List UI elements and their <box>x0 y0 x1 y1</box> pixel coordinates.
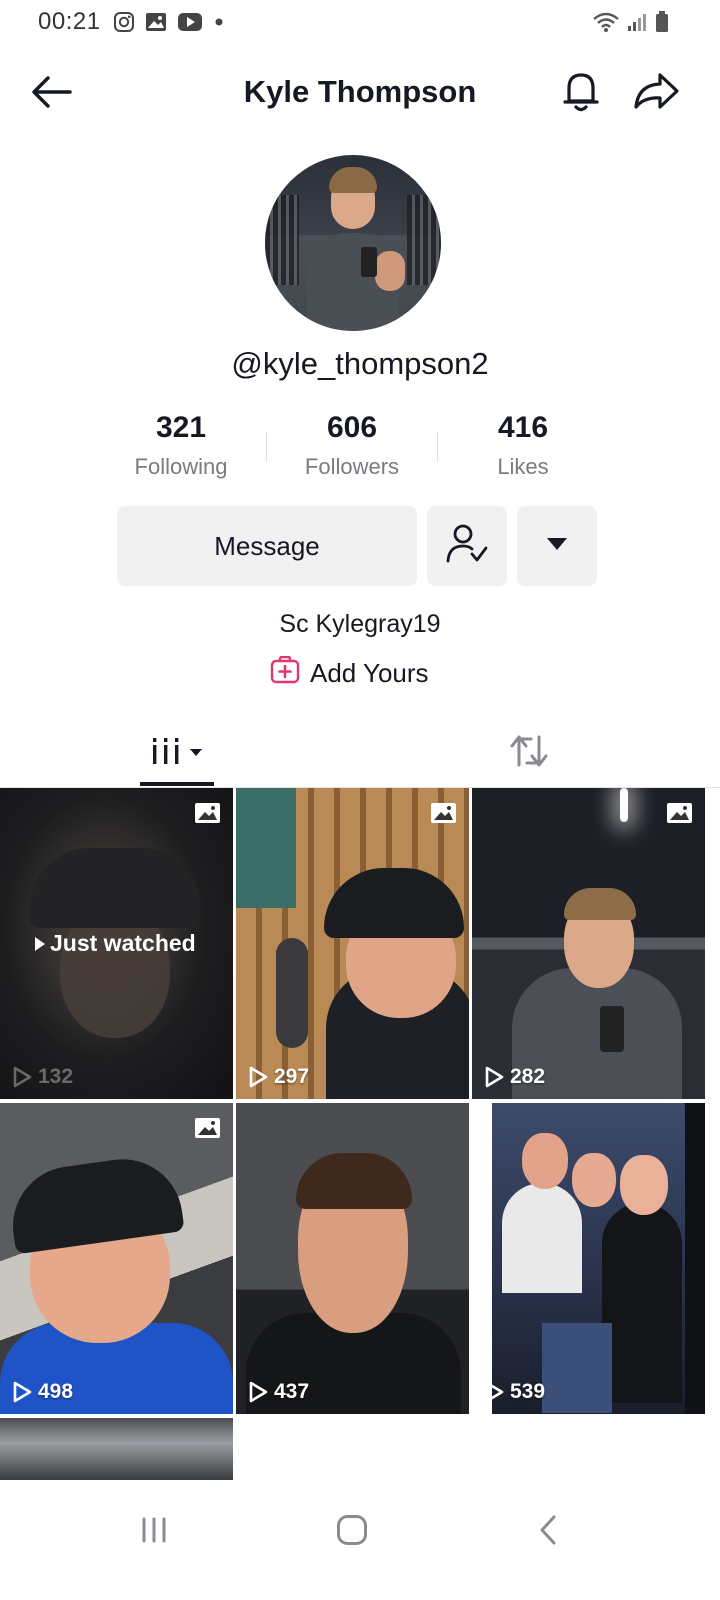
thumb-art <box>602 1203 682 1403</box>
add-yours-label: Add Yours <box>310 658 429 688</box>
just-watched-text: Just watched <box>50 930 196 956</box>
tab-indicator <box>140 782 214 786</box>
profile-stats: 321 Following 606 Followers 416 Likes <box>96 408 608 488</box>
thumb-art <box>572 1153 616 1207</box>
instagram-icon <box>112 10 136 34</box>
suggested-accounts-button[interactable] <box>517 506 597 586</box>
view-count: 437 <box>248 1380 309 1404</box>
thumb-art <box>502 1183 582 1293</box>
status-bar: 00:21 <box>0 0 720 44</box>
tab-videos[interactable] <box>140 728 214 778</box>
thumb-art <box>685 1103 705 1414</box>
status-icons-right <box>592 10 670 34</box>
thumb-art <box>542 1323 612 1413</box>
gallery-icon <box>144 10 168 34</box>
stat-label: Followers <box>304 454 400 479</box>
caret-down-icon <box>546 537 568 556</box>
add-yours-icon <box>270 655 300 691</box>
stat-label: Likes <box>497 454 549 479</box>
just-watched-label: Just watched <box>34 930 196 957</box>
bell-icon <box>561 69 601 118</box>
message-button[interactable]: Message <box>117 506 417 586</box>
video-thumbnail[interactable]: 282 <box>472 788 705 1099</box>
home-button[interactable] <box>322 1502 382 1562</box>
home-icon <box>336 1514 368 1551</box>
tab-reposts[interactable] <box>506 728 552 778</box>
gym-rack-left <box>265 195 299 285</box>
dot-icon <box>212 10 226 34</box>
video-thumbnail[interactable]: 539 <box>472 1103 705 1414</box>
profile-header: Kyle Thompson <box>0 60 720 128</box>
following-status-button[interactable] <box>427 506 507 586</box>
bio-text: Sc Kylegray19 <box>279 610 441 638</box>
video-thumbnail[interactable]: 437 <box>236 1103 469 1414</box>
recent-apps-button[interactable] <box>124 1502 184 1562</box>
system-back-button[interactable] <box>518 1502 578 1562</box>
photo-badge-icon <box>666 802 693 824</box>
thumb-art <box>236 788 296 908</box>
thumb-art <box>620 1155 668 1215</box>
view-count-value: 297 <box>274 1065 310 1088</box>
video-thumbnail[interactable]: 297 <box>236 788 469 1099</box>
thumb-art <box>472 1103 492 1414</box>
video-thumbnail[interactable] <box>0 1418 233 1480</box>
avatar[interactable] <box>265 155 441 331</box>
stat-value: 321 <box>155 411 207 444</box>
stat-likes[interactable]: 416 Likes <box>438 408 608 480</box>
content-tabs <box>0 718 720 788</box>
gym-rack-right <box>407 195 441 285</box>
photo-badge-icon <box>194 802 221 824</box>
battery-icon <box>654 10 670 34</box>
stat-following[interactable]: 321 Following <box>96 408 266 480</box>
view-count: 297 <box>248 1065 309 1089</box>
username: @kyle_thompson2 <box>231 346 489 381</box>
view-count-value: 498 <box>38 1380 74 1403</box>
thumb-art <box>522 1133 568 1189</box>
avatar-hair <box>329 167 377 193</box>
view-count-value: 132 <box>38 1065 74 1088</box>
chevron-left-icon <box>538 1514 558 1551</box>
share-button[interactable] <box>628 68 684 118</box>
wifi-icon <box>592 10 620 34</box>
system-navigation-bar <box>0 1480 720 1600</box>
view-count: 282 <box>484 1065 545 1089</box>
signal-icon <box>626 10 648 34</box>
notifications-button[interactable] <box>556 68 606 118</box>
view-count: 539 <box>484 1380 545 1404</box>
view-count: 498 <box>12 1380 73 1404</box>
share-arrow-icon <box>632 71 680 116</box>
thumb-art <box>30 848 200 928</box>
user-check-icon <box>445 523 489 570</box>
avatar-phone <box>361 247 377 277</box>
thumb-art <box>564 888 636 920</box>
status-time: 00:21 <box>38 8 101 35</box>
view-count-value: 539 <box>510 1380 546 1403</box>
repost-icon <box>509 733 549 774</box>
page-title: Kyle Thompson <box>243 74 477 109</box>
thumb-art <box>620 788 628 822</box>
video-thumbnail[interactable]: 498 <box>0 1103 233 1414</box>
thumb-art <box>324 868 464 938</box>
stat-value: 416 <box>497 411 549 444</box>
youtube-icon <box>176 10 204 34</box>
photo-badge-icon <box>194 1117 221 1139</box>
recent-apps-icon <box>139 1516 169 1549</box>
thumb-art <box>296 1153 412 1209</box>
stat-label: Following <box>134 454 228 479</box>
thumb-art <box>276 938 308 1048</box>
avatar-arm <box>375 251 405 291</box>
view-count-value: 437 <box>274 1380 310 1403</box>
thumb-art <box>600 1006 624 1052</box>
add-yours-link[interactable]: Add Yours <box>270 655 429 691</box>
grid-bars-icon <box>151 736 181 771</box>
stat-followers[interactable]: 606 Followers <box>267 408 437 480</box>
video-thumbnail[interactable]: Just watched 132 <box>0 788 233 1099</box>
tab-dropdown-icon <box>189 744 203 762</box>
stat-value: 606 <box>326 411 378 444</box>
photo-badge-icon <box>430 802 457 824</box>
view-count-value: 282 <box>510 1065 546 1088</box>
status-icons-left <box>112 10 226 34</box>
view-count: 132 <box>12 1065 73 1089</box>
